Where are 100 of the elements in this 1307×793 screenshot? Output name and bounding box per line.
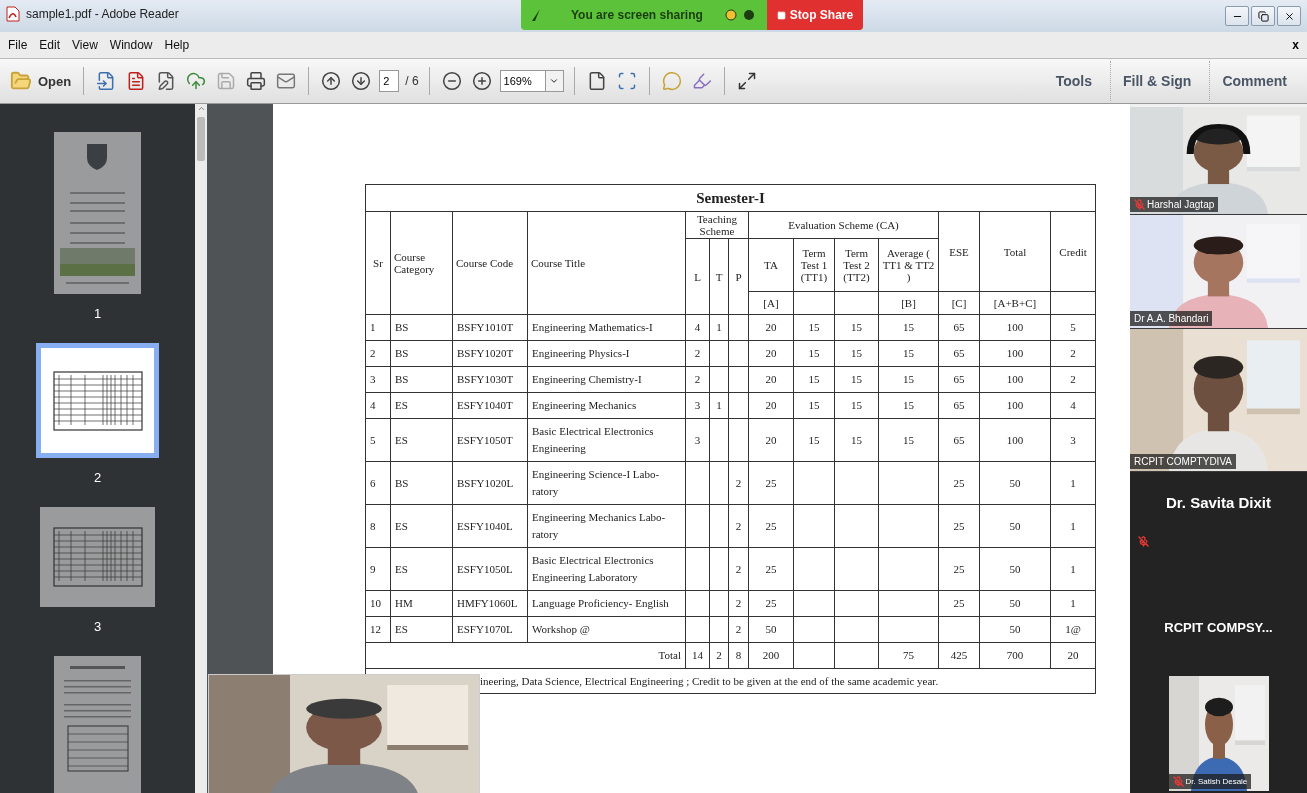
table-cell: 4 (685, 314, 710, 341)
table-cell: 3 (685, 392, 710, 419)
table-cell: 2 (1050, 340, 1096, 367)
table-cell: ES (390, 504, 453, 548)
table-cell: 100 (979, 366, 1051, 393)
column-header: Total (979, 211, 1051, 292)
menu-item[interactable]: Window (109, 38, 153, 52)
table-cell: 100 (979, 340, 1051, 367)
table-cell: Basic Electrical Electronics Engineering (527, 418, 686, 462)
table-cell: 5 (1050, 314, 1096, 341)
table-cell: 15 (834, 392, 879, 419)
table-cell: 25 (748, 547, 794, 591)
close-document-button[interactable]: x (1292, 38, 1299, 52)
page-thumbnail[interactable] (54, 132, 141, 294)
table-cell: 50 (979, 504, 1051, 548)
table-cell: 20 (748, 392, 794, 419)
table-cell: 5 (365, 418, 391, 462)
table-cell: 50 (979, 461, 1051, 505)
table-cell: Engineering Physics-I (527, 340, 686, 367)
panel-tab[interactable]: Fill & Sign (1110, 61, 1204, 101)
page-thumbnail[interactable] (54, 656, 141, 793)
window-title: sample1.pdf - Adobe Reader (26, 7, 179, 21)
table-cell: BS (390, 461, 453, 505)
table-cell: Engineering Chemistry-I (527, 366, 686, 393)
zoom-field[interactable]: 169% (499, 70, 546, 92)
menu-item[interactable]: View (72, 38, 98, 52)
table-cell: 2 (728, 504, 749, 548)
participant-name: Dr. Savita Dixit (1165, 494, 1271, 511)
column-header: Sr (365, 211, 391, 315)
table-cell: 65 (938, 418, 980, 462)
table-cell: 25 (938, 504, 980, 548)
page-thumbnail[interactable] (36, 343, 159, 458)
fit-width-icon (616, 71, 637, 91)
table-cell: 12 (365, 616, 391, 643)
menu-item[interactable]: Help (164, 38, 190, 52)
table-cell: 50 (979, 616, 1051, 643)
table-cell: 25 (748, 461, 794, 505)
table-cell: 1 (709, 314, 729, 341)
table-cell: ESFY1040T (452, 392, 528, 419)
table-cell: 2 (685, 340, 710, 367)
cloud-upload-icon (186, 71, 207, 91)
table-cell: 25 (748, 590, 794, 617)
table-cell: BSFY1010T (452, 314, 528, 341)
panel-tab[interactable]: Tools (1043, 61, 1104, 101)
page-number-field[interactable]: 2 (379, 70, 400, 92)
page-thumbnail[interactable] (40, 507, 155, 607)
scroll-up-icon (196, 104, 206, 113)
table-cell: 1 (1050, 461, 1096, 505)
table-cell: 20 (748, 418, 794, 462)
table-cell: BS (390, 366, 453, 393)
table-cell: 25 (938, 590, 980, 617)
column-header: L (685, 238, 710, 315)
table-cell: 2 (709, 642, 729, 669)
print-icon (246, 71, 267, 91)
table-cell: ESFY1050L (452, 547, 528, 591)
table-cell: 15 (793, 366, 835, 393)
table-cell: 25 (938, 547, 980, 591)
table-cell: Basic Electrical Electronics Engineering Laboratory (527, 547, 686, 591)
table-cell: 1 (1050, 547, 1096, 591)
full-screen-icon (736, 71, 757, 91)
table-cell: 3 (685, 418, 710, 462)
open-button[interactable]: Open (8, 68, 74, 94)
table-cell: 1 (365, 314, 391, 341)
menu-item[interactable]: File (8, 38, 28, 52)
table-cell: Language Proficiency- English (527, 590, 686, 617)
panel-tab[interactable]: Comment (1209, 61, 1299, 101)
scrollbar[interactable] (195, 104, 207, 793)
participant-name: Dr. Satish Desale (1168, 774, 1252, 789)
table-cell: ESFY1040L (452, 504, 528, 548)
table-cell: 1 (1050, 590, 1096, 617)
minimize-button[interactable] (1225, 6, 1249, 26)
table-title: Semester-I (365, 184, 1096, 212)
restore-button[interactable] (1251, 6, 1275, 26)
table-cell: Engineering Mechanics Labo- ratory (527, 504, 686, 548)
table-cell: 2 (728, 616, 749, 643)
column-header: [A] (748, 291, 794, 315)
close-icon (1283, 10, 1295, 22)
column-header: ESE (938, 211, 980, 292)
table-cell: 700 (979, 642, 1051, 669)
column-header: Course Title (527, 211, 686, 315)
participant-name: RCPIT COMPSY... (1164, 620, 1273, 635)
table-cell: 15 (834, 418, 879, 462)
menu-item[interactable]: Edit (39, 38, 61, 52)
table-cell: 15 (793, 392, 835, 419)
close-button[interactable] (1277, 6, 1301, 26)
table-cell: Total (365, 642, 686, 669)
scroll-thumb[interactable] (197, 117, 205, 161)
stop-share-button[interactable]: Stop Share (766, 0, 864, 30)
table-cell: 14 (685, 642, 710, 669)
save-icon (216, 71, 237, 91)
table-cell: 2 (365, 340, 391, 367)
table-cell: 10 (365, 590, 391, 617)
column-header: Course Category (390, 211, 453, 315)
table-cell: 2 (685, 366, 710, 393)
table-cell: ES (390, 418, 453, 462)
mail-icon (276, 71, 297, 91)
column-header: P (728, 238, 749, 315)
table-cell: 20 (748, 314, 794, 341)
table-cell: 15 (793, 314, 835, 341)
table-cell: 1 (1050, 504, 1096, 548)
